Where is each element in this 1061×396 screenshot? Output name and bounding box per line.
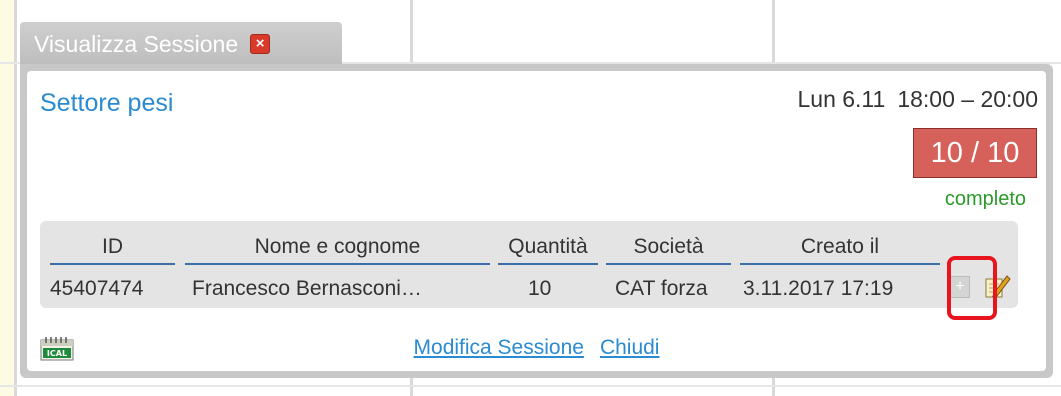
session-name: Settore pesi bbox=[40, 89, 174, 117]
column-header-quantity: Quantità bbox=[508, 235, 588, 258]
session-dialog: Settore pesi Lun 6.11 18:00 – 20:00 10 / … bbox=[20, 64, 1053, 378]
session-datetime: Lun 6.11 18:00 – 20:00 bbox=[797, 86, 1038, 113]
close-icon[interactable]: × bbox=[250, 34, 271, 54]
column-header-company: Società bbox=[633, 235, 704, 258]
status-label: completo bbox=[944, 188, 1026, 210]
cell-created: 3.11.2017 17:19 bbox=[743, 277, 894, 300]
today-column bbox=[0, 0, 14, 396]
grid-line bbox=[14, 0, 17, 396]
header-underline bbox=[50, 263, 175, 265]
cell-name: Francesco Bernasconi… bbox=[192, 277, 422, 300]
header-underline bbox=[498, 263, 598, 265]
column-header-id: ID bbox=[102, 235, 123, 258]
cell-quantity: 10 bbox=[528, 277, 552, 300]
bookings-table: ID Nome e cognome Quantità Società Creat… bbox=[40, 221, 1018, 320]
cell-id: 45407474 bbox=[50, 277, 144, 300]
header-underline bbox=[740, 263, 940, 265]
highlight-box bbox=[947, 256, 997, 320]
cell-company: CAT forza bbox=[615, 277, 708, 300]
session-time: 18:00 – 20:00 bbox=[897, 86, 1038, 112]
column-header-name: Nome e cognome bbox=[254, 235, 421, 258]
footer-links: Modifica Sessione Chiudi bbox=[27, 336, 1046, 360]
dialog-tab: Visualizza Sessione × bbox=[20, 22, 342, 66]
close-link[interactable]: Chiudi bbox=[600, 336, 660, 359]
header-underline bbox=[606, 263, 731, 265]
column-header-created: Creato il bbox=[800, 235, 880, 258]
edit-session-link[interactable]: Modifica Sessione bbox=[414, 336, 584, 359]
grid-line bbox=[0, 385, 1061, 387]
dialog-title: Visualizza Sessione bbox=[34, 30, 239, 57]
capacity-badge: 10 / 10 bbox=[913, 128, 1037, 178]
dialog-body: Settore pesi Lun 6.11 18:00 – 20:00 10 / … bbox=[27, 71, 1046, 371]
session-day: Lun 6.11 bbox=[797, 86, 886, 112]
header-underline bbox=[185, 263, 490, 265]
